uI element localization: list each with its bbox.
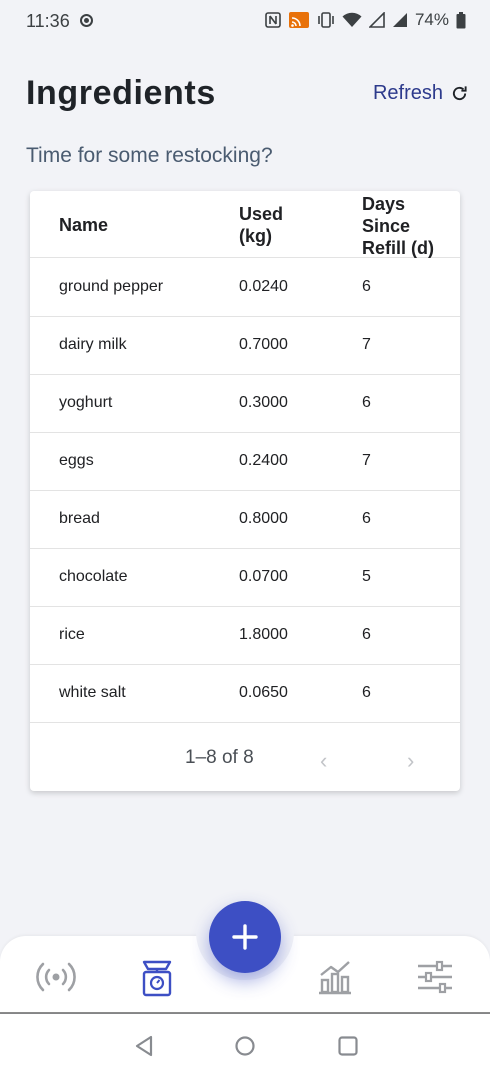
cell-name: rice: [59, 626, 85, 643]
chevron-right-icon[interactable]: ›: [407, 748, 414, 774]
table-row[interactable]: eggs 0.2400 7: [30, 432, 460, 491]
table-row[interactable]: bread 0.8000 6: [30, 490, 460, 549]
cell-days: 6: [362, 626, 371, 643]
nav-item-sensor[interactable]: [32, 954, 80, 1000]
battery-percent: 74%: [414, 10, 449, 29]
cell-name: chocolate: [59, 568, 128, 585]
refresh-button[interactable]: Refresh: [373, 82, 468, 105]
cell-used: 0.0240: [239, 278, 288, 295]
column-header-used[interactable]: Used (kg): [239, 203, 319, 247]
nav-item-scale[interactable]: [133, 954, 181, 1000]
nav-item-stats[interactable]: [311, 954, 359, 1000]
cell-name: bread: [59, 510, 100, 527]
sliders-icon: [418, 960, 452, 994]
table-row[interactable]: chocolate 0.0700 5: [30, 548, 460, 607]
chart-icon: [319, 961, 351, 995]
cell-name: yoghurt: [59, 394, 113, 411]
vibrate-icon: [318, 12, 334, 28]
table-header: Name Used (kg) Days Since Refill (d): [30, 191, 460, 258]
cell-used: 0.8000: [239, 510, 288, 527]
cell-name: white salt: [59, 684, 126, 701]
ingredients-table-card: Name Used (kg) Days Since Refill (d) gro…: [30, 191, 460, 791]
chevron-left-icon[interactable]: ‹: [320, 748, 327, 774]
pagination-label: 1–8 of 8: [185, 747, 254, 768]
cell-used: 0.0650: [239, 684, 288, 701]
scale-icon: [142, 960, 172, 997]
signal-icon: [368, 12, 385, 28]
home-icon[interactable]: [234, 1034, 256, 1058]
nav-item-settings[interactable]: [411, 954, 459, 1000]
signal-icon: [392, 13, 407, 27]
table-row[interactable]: white salt 0.0650 6: [30, 664, 460, 723]
table-row[interactable]: rice 1.8000 6: [30, 606, 460, 665]
add-ingredient-button[interactable]: [209, 901, 281, 973]
pagination: 1–8 of 8 ‹ ›: [30, 724, 460, 791]
cell-days: 7: [362, 336, 371, 353]
table-row[interactable]: dairy milk 0.7000 7: [30, 316, 460, 375]
cell-used: 0.3000: [239, 394, 288, 411]
wifi-icon: [342, 12, 362, 27]
cell-days: 6: [362, 684, 371, 701]
back-icon[interactable]: [133, 1034, 155, 1058]
cell-name: ground pepper: [59, 278, 164, 295]
cell-days: 5: [362, 568, 371, 585]
cell-used: 0.7000: [239, 336, 288, 353]
subtitle: Time for some restocking?: [26, 144, 273, 167]
sensor-icon: [36, 962, 76, 992]
nfc-icon: [265, 12, 281, 28]
cell-name: dairy milk: [59, 336, 127, 353]
system-navigation-bar: [0, 1014, 490, 1080]
status-time: 11:36: [26, 11, 70, 31]
recording-icon: [80, 14, 93, 27]
cell-used: 0.2400: [239, 452, 288, 469]
cell-used: 0.0700: [239, 568, 288, 585]
recents-icon[interactable]: [337, 1034, 359, 1058]
status-icons: 74%: [265, 10, 466, 30]
cell-days: 6: [362, 394, 371, 411]
status-bar: 11:36 74%: [0, 0, 490, 44]
cell-name: eggs: [59, 452, 94, 469]
page-title: Ingredients: [26, 74, 216, 112]
cast-icon: [288, 12, 309, 28]
column-header-name[interactable]: Name: [59, 214, 108, 236]
cell-days: 6: [362, 510, 371, 527]
refresh-icon: [452, 86, 467, 101]
cell-used: 1.8000: [239, 626, 288, 643]
cell-days: 6: [362, 278, 371, 295]
cell-days: 7: [362, 452, 371, 469]
battery-icon: [456, 11, 466, 28]
column-header-days[interactable]: Days Since Refill (d): [362, 193, 452, 259]
plus-icon: [232, 924, 258, 950]
table-row[interactable]: ground pepper 0.0240 6: [30, 258, 460, 317]
table-row[interactable]: yoghurt 0.3000 6: [30, 374, 460, 433]
refresh-label: Refresh: [372, 82, 443, 104]
